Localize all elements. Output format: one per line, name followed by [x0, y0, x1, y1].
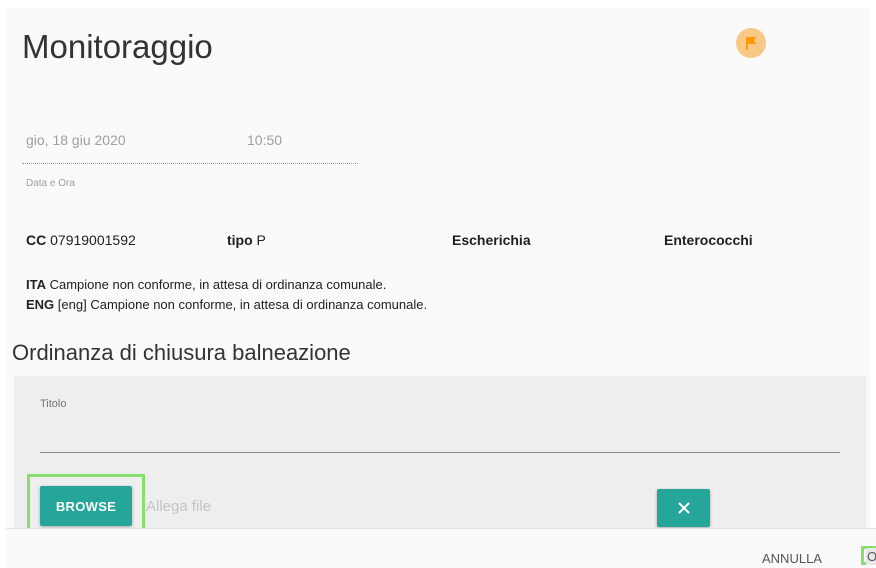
time-field[interactable]: 10:50 — [247, 132, 282, 148]
next-button[interactable]: O — [866, 548, 876, 565]
tipo-label: tipo — [227, 232, 253, 248]
browse-button[interactable]: BROWSE — [40, 486, 132, 526]
titolo-label: Titolo — [40, 398, 67, 410]
tipo-value: P — [256, 232, 266, 248]
date-field[interactable]: gio, 18 giu 2020 — [26, 132, 126, 148]
tipo-info: tipo P — [227, 232, 266, 248]
datetime-label: Data e Ora — [26, 178, 75, 189]
cc-info: CC 07919001592 — [26, 232, 136, 248]
ita-message: ITA Campione non conforme, in attesa di … — [26, 277, 386, 292]
enterococchi-label: Enterococchi — [664, 232, 753, 248]
cc-label: CC — [26, 232, 47, 248]
eng-text: [eng] Campione non conforme, in attesa d… — [57, 297, 428, 312]
titolo-input[interactable] — [40, 420, 840, 453]
section-title: Ordinanza di chiusura balneazione — [12, 340, 351, 365]
clear-file-button[interactable] — [657, 489, 710, 527]
attach-file-placeholder[interactable]: Allega file — [146, 498, 211, 515]
datetime-underline — [22, 163, 358, 164]
cc-value: 07919001592 — [50, 232, 136, 248]
flag-icon — [746, 37, 756, 50]
escherichia-label: Escherichia — [452, 232, 531, 248]
ita-label: ITA — [26, 277, 46, 292]
close-icon — [678, 502, 689, 514]
eng-label: ENG — [26, 297, 55, 312]
ita-text: Campione non conforme, in attesa di ordi… — [49, 277, 387, 292]
dialog-footer — [6, 528, 876, 566]
eng-message: ENG [eng] Campione non conforme, in atte… — [26, 297, 427, 312]
enterococchi-header: Enterococchi — [664, 232, 753, 248]
flag-badge[interactable] — [736, 28, 766, 58]
page-title: Monitoraggio — [22, 28, 213, 65]
cancel-button[interactable]: ANNULLA — [762, 551, 822, 566]
escherichia-header: Escherichia — [452, 232, 531, 248]
